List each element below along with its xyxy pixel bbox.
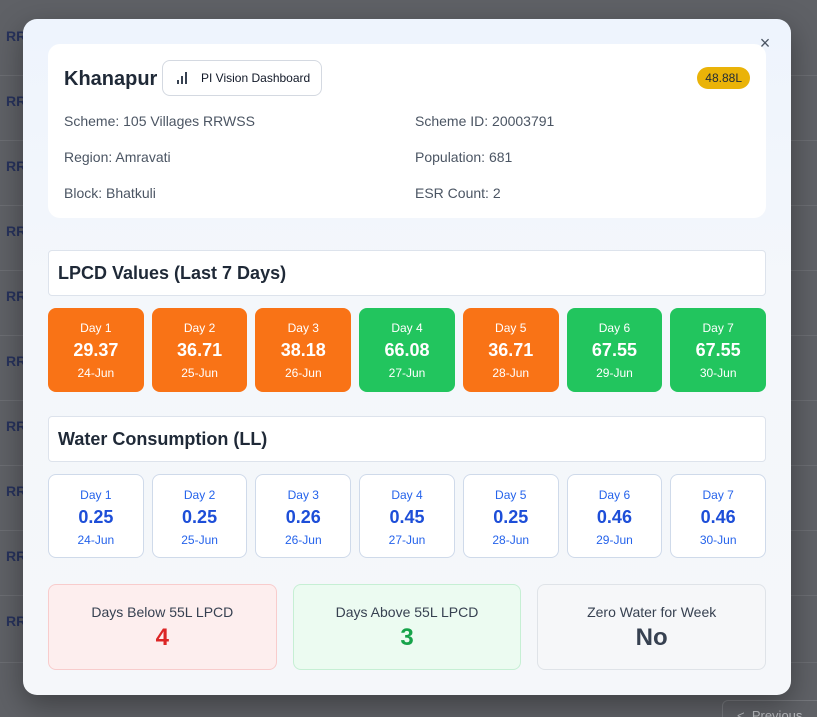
lpcd-day-label: Day 1 (80, 321, 112, 335)
village-info-card: Khanapur PI Vision Dashboard 48.88L Sche… (48, 44, 766, 218)
village-name: Khanapur (64, 68, 158, 90)
lpcd-day-value: 66.08 (384, 340, 430, 360)
water-day-label: Day 6 (598, 488, 631, 502)
water-day-card: Day 1 0.25 24-Jun (48, 474, 144, 558)
lpcd-day-value: 36.71 (177, 340, 223, 360)
water-day-label: Day 2 (183, 488, 216, 502)
water-day-date: 25-Jun (181, 533, 218, 547)
lpcd-day-date: 29-Jun (596, 366, 633, 380)
lpcd-day-card: Day 4 66.08 27-Jun (359, 308, 455, 392)
lpcd-day-card: Day 5 36.71 28-Jun (462, 308, 559, 392)
days-below-card: Days Below 55L LPCD 4 (48, 584, 277, 670)
lpcd-day-label: Day 5 (495, 321, 527, 335)
lpcd-day-date: 27-Jun (388, 366, 426, 380)
water-day-card: Day 7 0.46 30-Jun (670, 474, 767, 558)
water-day-card: Day 6 0.46 29-Jun (566, 474, 663, 558)
lpcd-day-card: Day 7 67.55 30-Jun (670, 308, 767, 392)
water-day-label: Day 7 (702, 488, 734, 502)
lpcd-day-card: Day 1 29.37 24-Jun (48, 308, 144, 392)
lpcd-day-date: 28-Jun (492, 366, 530, 380)
water-day-date: 27-Jun (388, 533, 426, 547)
water-day-card: Day 3 0.26 26-Jun (255, 474, 352, 558)
esr-count: ESR Count: 2 (415, 185, 501, 201)
water-day-date: 29-Jun (596, 533, 633, 547)
water-day-label: Day 3 (287, 488, 319, 502)
lpcd-day-value: 38.18 (280, 340, 326, 360)
lpcd-day-label: Day 4 (391, 321, 423, 335)
population: Population: 681 (415, 149, 513, 165)
lpcd-day-value: 67.55 (695, 340, 741, 360)
water-day-value: 0.46 (700, 507, 736, 527)
lpcd-day-cards: Day 1 29.37 24-Jun Day 2 36.71 25-Jun Day 3 38.… (48, 308, 767, 392)
water-day-cards: Day 1 0.25 24-Jun Day 2 0.25 25-Jun Day 3 0.26 2… (48, 474, 767, 558)
zero-water-label: Zero Water for Week (587, 604, 717, 620)
lpcd-day-value: 29.37 (73, 340, 119, 360)
lpcd-day-label: Day 6 (598, 321, 631, 335)
lpcd-day-date: 30-Jun (699, 366, 737, 380)
water-day-label: Day 4 (391, 488, 423, 502)
days-above-value: 3 (400, 624, 414, 651)
lpcd-day-date: 25-Jun (181, 366, 218, 380)
lpcd-day-date: 26-Jun (284, 366, 322, 380)
lpcd-day-card: Day 6 67.55 29-Jun (566, 308, 663, 392)
lpcd-badge: 48.88L (697, 67, 750, 89)
lpcd-day-label: Day 2 (183, 321, 216, 335)
water-section-title: Water Consumption (LL) (48, 416, 766, 462)
water-day-date: 28-Jun (492, 533, 530, 547)
lpcd-day-label: Day 7 (702, 321, 734, 335)
water-day-value: 0.25 (493, 507, 529, 527)
water-day-value: 0.25 (78, 507, 114, 527)
days-below-value: 4 (155, 624, 170, 651)
zero-water-card: Zero Water for Week No (537, 584, 767, 670)
bar-chart-icon (177, 72, 187, 84)
water-day-date: 30-Jun (699, 533, 737, 547)
days-above-card: Days Above 55L LPCD 3 (292, 584, 522, 670)
lpcd-day-date: 24-Jun (77, 366, 115, 380)
lpcd-day-value: 67.55 (591, 340, 637, 360)
water-day-card: Day 4 0.45 27-Jun (359, 474, 455, 558)
summary-cards: Days Below 55L LPCD 4 Days Above 55L LPC… (48, 584, 767, 670)
water-day-date: 24-Jun (77, 533, 115, 547)
water-day-value: 0.25 (182, 507, 218, 527)
zero-water-value: No (635, 624, 668, 651)
previous-page-button[interactable]: < Previous (722, 700, 817, 717)
water-day-value: 0.26 (285, 507, 321, 527)
pi-vision-dashboard-button[interactable]: PI Vision Dashboard (162, 60, 322, 96)
lpcd-day-card: Day 2 36.71 25-Jun (151, 308, 248, 392)
scheme-name: Scheme: 105 Villages RRWSS (64, 113, 255, 129)
pi-button-label: PI Vision Dashboard (201, 71, 311, 85)
block: Block: Bhatkuli (64, 185, 156, 201)
water-day-value: 0.46 (596, 507, 632, 527)
lpcd-day-value: 36.71 (488, 340, 534, 360)
water-day-card: Day 2 0.25 25-Jun (151, 474, 248, 558)
days-below-label: Days Below 55L LPCD (91, 604, 234, 620)
previous-label: Previous (751, 708, 803, 717)
water-day-value: 0.45 (389, 507, 425, 527)
lpcd-day-card: Day 3 38.18 26-Jun (255, 308, 352, 392)
water-day-label: Day 1 (80, 488, 112, 502)
days-above-label: Days Above 55L LPCD (335, 604, 479, 620)
village-details-modal: × Khanapur PI Vision Dashboard 48.88L Sc… (23, 19, 791, 695)
water-day-label: Day 5 (495, 488, 527, 502)
water-day-card: Day 5 0.25 28-Jun (462, 474, 559, 558)
lpcd-section-title: LPCD Values (Last 7 Days) (48, 250, 766, 296)
water-day-date: 26-Jun (284, 533, 322, 547)
scheme-id: Scheme ID: 20003791 (415, 113, 555, 129)
lpcd-day-label: Day 3 (287, 321, 319, 335)
region: Region: Amravati (64, 149, 171, 165)
